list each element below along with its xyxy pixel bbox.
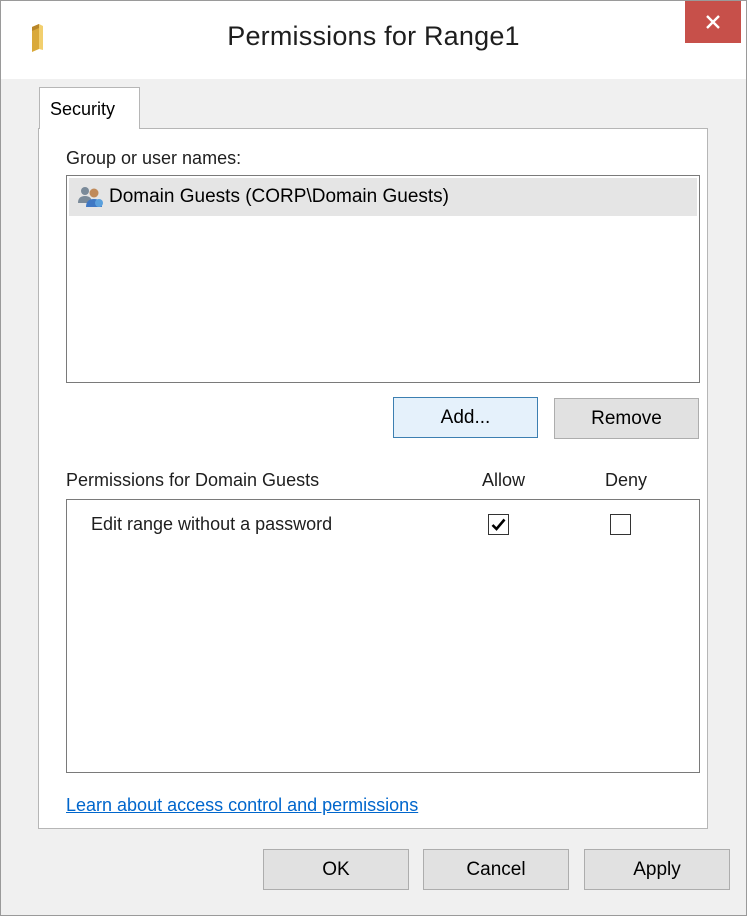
deny-checkbox[interactable] xyxy=(610,514,631,535)
permissions-header-label: Permissions for Domain Guests xyxy=(66,470,320,490)
permissions-dialog: Permissions for Range1 Security Group or… xyxy=(0,0,747,916)
title-bar[interactable]: Permissions for Range1 xyxy=(1,1,746,79)
cancel-button[interactable]: Cancel xyxy=(423,849,569,890)
learn-access-control-link[interactable]: Learn about access control and permissio… xyxy=(66,795,418,816)
list-item[interactable]: Domain Guests (CORP\Domain Guests) xyxy=(69,178,697,216)
allow-checkbox[interactable] xyxy=(488,514,509,535)
window-title: Permissions for Range1 xyxy=(227,21,520,51)
users-group-icon xyxy=(78,187,103,207)
close-icon xyxy=(706,15,720,29)
group-list-label: Group or user names: xyxy=(66,148,242,168)
add-button[interactable]: Add... xyxy=(393,397,538,438)
close-button[interactable] xyxy=(685,1,741,43)
deny-column-header: Deny xyxy=(605,470,648,490)
list-item-label: Domain Guests (CORP\Domain Guests) xyxy=(109,186,449,207)
permissions-list[interactable] xyxy=(66,499,700,773)
remove-button[interactable]: Remove xyxy=(554,398,699,439)
tab-security[interactable]: Security xyxy=(39,87,140,129)
allow-column-header: Allow xyxy=(482,470,526,490)
checkmark-icon xyxy=(491,518,506,531)
ok-button[interactable]: OK xyxy=(263,849,409,890)
permission-name: Edit range without a password xyxy=(91,514,333,534)
group-user-list[interactable]: Domain Guests (CORP\Domain Guests) xyxy=(66,175,700,383)
apply-button[interactable]: Apply xyxy=(584,849,730,890)
